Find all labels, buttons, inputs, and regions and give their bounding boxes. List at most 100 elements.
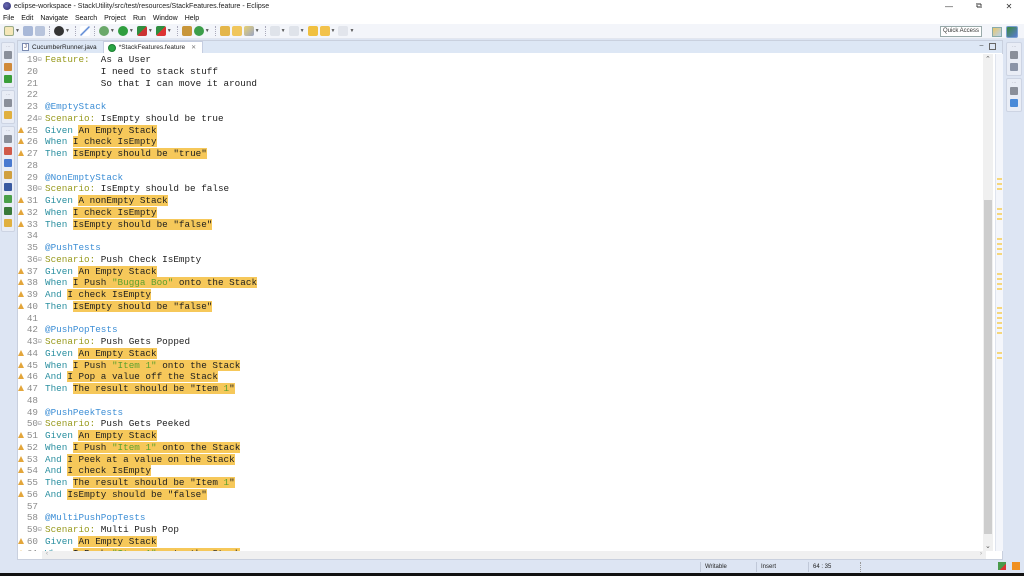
code-line[interactable]: 27 Then IsEmpty should be "true" xyxy=(18,148,978,160)
close-button[interactable]: ✕ xyxy=(994,0,1024,12)
fold-toggle-icon[interactable]: ⊟ xyxy=(38,527,43,533)
package-explorer-icon[interactable] xyxy=(4,63,12,71)
code-line[interactable]: 51 Given An Empty Stack xyxy=(18,430,978,442)
debug-icon[interactable] xyxy=(53,26,64,36)
restore-view-icon[interactable] xyxy=(4,51,12,59)
declaration-icon[interactable] xyxy=(4,171,12,179)
code-line[interactable]: 57 xyxy=(18,501,978,513)
scrollbar-thumb[interactable] xyxy=(984,200,992,534)
overview-warning-mark[interactable] xyxy=(997,277,1002,280)
menu-window[interactable]: Window xyxy=(153,15,178,22)
code-line[interactable]: 40 Then IsEmpty should be "false" xyxy=(18,300,978,313)
external-tools-dropdown-icon[interactable]: ▼ xyxy=(167,28,172,34)
code-line[interactable]: 41 xyxy=(18,313,978,325)
drag-handle-icon[interactable]: ⋯ xyxy=(1012,45,1016,49)
code-line[interactable]: 28 xyxy=(18,160,978,172)
debug-run-dropdown-icon[interactable]: ▼ xyxy=(110,28,115,34)
drag-handle-icon[interactable]: ⋯ xyxy=(1012,81,1016,85)
horizontal-scrollbar[interactable]: ‹ › xyxy=(42,551,986,559)
previous-annotation-dropdown-icon[interactable]: ▼ xyxy=(300,28,305,34)
history-icon[interactable] xyxy=(4,219,12,227)
overview-warning-mark[interactable] xyxy=(997,272,1002,275)
code-line[interactable]: 23 @EmptyStack xyxy=(18,101,978,113)
overview-warning-mark[interactable] xyxy=(997,183,1002,186)
overview-warning-mark[interactable] xyxy=(997,322,1002,325)
java-perspective-icon[interactable] xyxy=(1006,26,1018,38)
minimize-editor-button[interactable]: – xyxy=(977,42,986,51)
open-type-icon[interactable] xyxy=(219,26,230,36)
vertical-scrollbar[interactable]: ⌃ ⌄ xyxy=(983,54,993,551)
debug-run-icon[interactable] xyxy=(98,26,109,36)
code-line[interactable]: 44 Given An Empty Stack xyxy=(18,347,978,360)
code-line[interactable]: 48 xyxy=(18,395,978,407)
code-line[interactable]: 54 And I check IsEmpty xyxy=(18,465,978,477)
status-insert-mode[interactable]: Insert xyxy=(756,562,808,572)
save-icon[interactable] xyxy=(22,26,33,36)
code-line[interactable]: 21 So that I can move it around xyxy=(18,78,978,90)
restore-view-icon[interactable] xyxy=(1010,87,1018,95)
overview-warning-mark[interactable] xyxy=(997,242,1002,245)
new-class-dropdown-icon[interactable]: ▼ xyxy=(205,28,210,34)
quick-access-field[interactable]: Quick Access xyxy=(940,26,982,37)
notification-icon[interactable] xyxy=(1012,562,1020,570)
new-package-icon[interactable] xyxy=(181,26,192,36)
previous-annotation-icon[interactable] xyxy=(288,26,299,36)
overview-warning-mark[interactable] xyxy=(997,237,1002,240)
progress-status-icon[interactable] xyxy=(998,562,1006,570)
run-icon[interactable] xyxy=(117,26,128,36)
overview-warning-mark[interactable] xyxy=(997,307,1002,310)
restore-view-icon[interactable] xyxy=(1010,51,1018,59)
debug-dropdown-icon[interactable]: ▼ xyxy=(65,28,70,34)
fold-toggle-icon[interactable]: ⊟ xyxy=(38,339,43,345)
minimize-button[interactable]: — xyxy=(934,0,964,12)
fold-toggle-icon[interactable]: ⊟ xyxy=(38,421,43,427)
menu-file[interactable]: File xyxy=(3,15,14,22)
console-icon[interactable] xyxy=(4,183,12,191)
drag-handle-icon[interactable]: ⋯ xyxy=(6,129,10,133)
restore-view-icon[interactable] xyxy=(4,99,12,107)
task-list-icon[interactable] xyxy=(4,111,12,119)
code-editor[interactable]: 19 ⊟ Feature: As a User 20 I need to stack … xyxy=(18,54,986,551)
overview-warning-mark[interactable] xyxy=(997,252,1002,255)
search-dropdown-icon[interactable]: ▼ xyxy=(255,28,260,34)
overview-warning-mark[interactable] xyxy=(997,332,1002,335)
drag-handle-icon[interactable]: ⋯ xyxy=(6,45,10,49)
overview-warning-mark[interactable] xyxy=(997,208,1002,211)
new-class-icon[interactable] xyxy=(193,26,204,36)
code-line[interactable]: 19 ⊟ Feature: As a User xyxy=(18,54,978,66)
overview-warning-mark[interactable] xyxy=(997,327,1002,330)
type-hierarchy-icon[interactable] xyxy=(4,75,12,83)
next-annotation-dropdown-icon[interactable]: ▼ xyxy=(281,28,286,34)
overview-warning-mark[interactable] xyxy=(997,352,1002,355)
code-line[interactable]: 32 When I check IsEmpty xyxy=(18,206,978,219)
menu-help[interactable]: Help xyxy=(185,15,199,22)
open-folder-icon[interactable] xyxy=(231,26,242,36)
fold-toggle-icon[interactable]: ⊟ xyxy=(38,115,43,121)
overview-warning-mark[interactable] xyxy=(997,357,1002,360)
drag-handle-icon[interactable]: ⋯ xyxy=(6,93,10,97)
menu-run[interactable]: Run xyxy=(133,15,146,22)
code-line[interactable]: 52 When I Push "Item 1" onto the Stack xyxy=(18,441,978,454)
code-line[interactable]: 38 When I Push "Bugga Boo" onto the Stack xyxy=(18,277,978,289)
code-line[interactable]: 35 @PushTests xyxy=(18,242,978,254)
progress-icon[interactable] xyxy=(4,195,12,203)
overview-warning-mark[interactable] xyxy=(997,247,1002,250)
overview-ruler[interactable] xyxy=(995,54,1003,551)
coverage-icon[interactable] xyxy=(136,26,147,36)
overview-warning-mark[interactable] xyxy=(997,312,1002,315)
scroll-right-icon[interactable]: › xyxy=(980,551,982,557)
overview-warning-mark[interactable] xyxy=(997,178,1002,181)
overview-warning-mark[interactable] xyxy=(997,317,1002,320)
forward-icon[interactable] xyxy=(338,26,349,36)
overview-warning-mark[interactable] xyxy=(997,282,1002,285)
menu-edit[interactable]: Edit xyxy=(21,15,33,22)
code-line[interactable]: 34 xyxy=(18,230,978,242)
run-dropdown-icon[interactable]: ▼ xyxy=(129,28,134,34)
new-icon[interactable] xyxy=(4,26,14,36)
search-icon[interactable] xyxy=(243,26,254,36)
code-line[interactable]: 46 And I Pop a value off the Stack xyxy=(18,371,978,383)
external-tools-icon[interactable] xyxy=(155,26,166,36)
scroll-up-icon[interactable]: ⌃ xyxy=(985,55,991,63)
code-line[interactable]: 47 Then The result should be "Item 1" xyxy=(18,383,978,395)
restore-view-icon[interactable] xyxy=(4,135,12,143)
